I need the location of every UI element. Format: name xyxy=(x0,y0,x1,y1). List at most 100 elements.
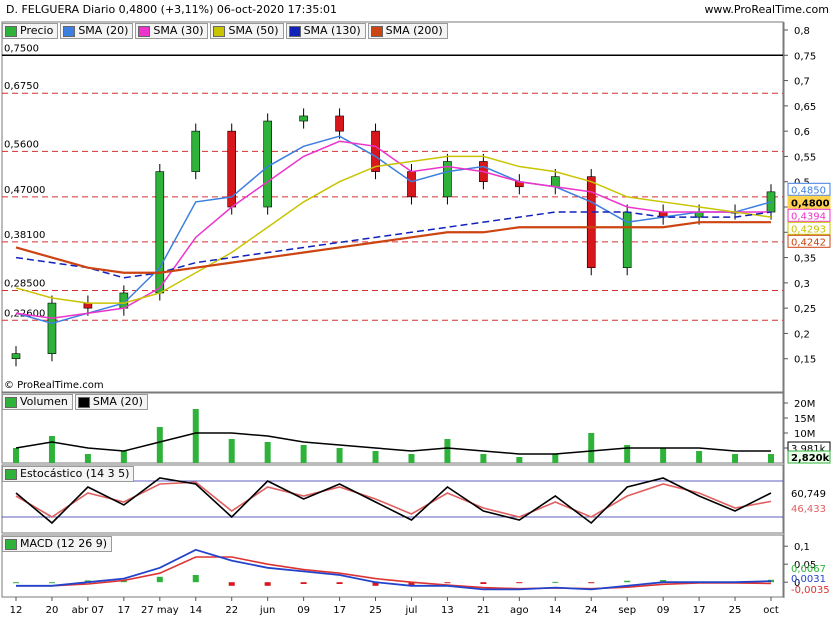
x-axis-label: 17 xyxy=(333,605,346,616)
legend-swatch xyxy=(63,25,76,37)
price-axis-label: 0,35 xyxy=(794,254,816,265)
price-tag-sma20: 0,4850 xyxy=(791,185,826,196)
legend-item: SMA (50) xyxy=(210,23,284,39)
legend-label: Volumen xyxy=(20,395,68,408)
volume-bar xyxy=(660,448,667,463)
legend-swatch xyxy=(5,396,17,408)
macd-histogram-bar xyxy=(588,582,595,584)
price-candle xyxy=(263,120,272,208)
legend-swatch xyxy=(5,538,17,550)
legend-item: Precio xyxy=(2,23,59,39)
macd-histogram-bar xyxy=(552,581,559,583)
volume-axis-label: 10M xyxy=(794,429,815,440)
price-candle xyxy=(299,115,308,122)
macd-histogram-bar xyxy=(480,582,487,584)
legend-label: Estocástico (14 3 5) xyxy=(20,467,130,480)
legend-swatch xyxy=(213,25,226,37)
price-axis-label: 0,65 xyxy=(794,102,816,113)
x-axis-label: jun xyxy=(259,605,275,616)
legend-swatch xyxy=(288,25,301,37)
macd-histogram-bar xyxy=(156,576,163,583)
x-axis-label: 09 xyxy=(297,605,310,616)
price-candle xyxy=(550,176,560,188)
legend-item: SMA (130) xyxy=(285,23,366,39)
stoch-tag-k: 60,749 xyxy=(791,489,826,500)
panel-frame-macd xyxy=(1,534,784,598)
volume-tag-last: 2,820k xyxy=(791,453,830,464)
price-candle xyxy=(586,176,596,268)
legend-item: Estocástico (14 3 5) xyxy=(2,466,135,482)
legend-swatch xyxy=(77,396,90,408)
volume-sma-line xyxy=(15,432,771,455)
x-axis-label: 13 xyxy=(441,605,454,616)
legend-swatch xyxy=(5,25,17,37)
volume-bar xyxy=(552,454,559,463)
legend-label: SMA (50) xyxy=(228,24,279,37)
legend-swatch xyxy=(370,25,383,37)
price-axis-label: 0,55 xyxy=(794,152,816,163)
x-axis-label: jul xyxy=(405,605,418,616)
macd-histogram-bar xyxy=(516,582,523,584)
x-axis-label: 25 xyxy=(729,605,742,616)
panel-frame-price xyxy=(1,21,784,393)
volume-legend: Volumen SMA (20) xyxy=(2,394,148,410)
chart-title: D. FELGUERA Diario 0,4800 (+3,11%) 06-oc… xyxy=(6,3,338,16)
price-axis-label: 0,6 xyxy=(794,127,810,138)
price-axis-label: 0,7 xyxy=(794,77,810,88)
sma-200-line xyxy=(15,221,771,274)
legend-label: SMA (30) xyxy=(153,24,204,37)
volume-bar xyxy=(588,433,595,463)
volume-bar xyxy=(228,439,235,463)
volume-axis-label: 15M xyxy=(794,414,815,425)
volume-bar xyxy=(336,448,343,463)
macd-histogram-bar xyxy=(228,582,235,586)
price-axis-label: 0,3 xyxy=(794,279,810,290)
legend-item: MACD (12 26 9) xyxy=(2,536,113,552)
price-axis-label: 0,75 xyxy=(794,51,816,62)
price-tag-last: 0,4800 xyxy=(791,198,830,209)
reference-level-label: 0,28500 xyxy=(4,278,45,289)
site-link[interactable]: www.ProRealTime.com xyxy=(704,3,829,16)
volume-bar xyxy=(480,454,487,463)
price-axis-label: 0,25 xyxy=(794,304,816,315)
x-axis-label: sep xyxy=(618,605,636,616)
legend-label: SMA (20) xyxy=(92,395,143,408)
reference-level-label: 0,47000 xyxy=(4,185,45,196)
x-axis-label: 17 xyxy=(693,605,706,616)
volume-bar xyxy=(13,448,19,463)
volume-bar xyxy=(48,436,55,463)
x-axis-label: 21 xyxy=(477,605,490,616)
x-axis-label: oct xyxy=(763,605,779,616)
volume-bar xyxy=(120,451,127,463)
stoch-tag-d: 46,433 xyxy=(791,504,826,515)
legend-label: SMA (20) xyxy=(78,24,129,37)
sma-130-line xyxy=(15,211,772,279)
price-tag-sma200: 0,4242 xyxy=(791,237,826,248)
x-axis-label: 14 xyxy=(189,605,202,616)
x-axis-label: 27 may xyxy=(141,605,179,616)
x-axis-label: 22 xyxy=(225,605,238,616)
x-axis-label: abr 07 xyxy=(72,605,105,616)
volume-bar xyxy=(768,454,774,463)
price-tag-sma50: 0,4293 xyxy=(791,224,826,235)
price-candle xyxy=(11,353,21,360)
legend-label: MACD (12 26 9) xyxy=(20,537,108,550)
macd-histogram-bar xyxy=(264,582,271,586)
macd-histogram-bar xyxy=(444,582,451,584)
price-candle xyxy=(83,302,93,309)
volume-bar xyxy=(444,439,451,463)
x-axis-label: 09 xyxy=(657,605,670,616)
x-axis-label: 14 xyxy=(549,605,562,616)
x-axis-label: ago xyxy=(510,605,529,616)
reference-level-label: 0,6750 xyxy=(4,81,39,92)
price-candle xyxy=(227,130,237,208)
volume-bar xyxy=(696,451,703,463)
price-candle xyxy=(191,130,201,172)
legend-item: SMA (20) xyxy=(74,394,148,410)
macd-legend: MACD (12 26 9) xyxy=(2,536,113,552)
stock-chart: 0,80,750,70,650,60,550,50,450,40,350,30,… xyxy=(0,0,835,620)
legend-label: Precio xyxy=(20,24,54,37)
macd-histogram-bar xyxy=(336,582,343,584)
volume-bar xyxy=(732,454,739,463)
volume-bar xyxy=(516,457,523,463)
